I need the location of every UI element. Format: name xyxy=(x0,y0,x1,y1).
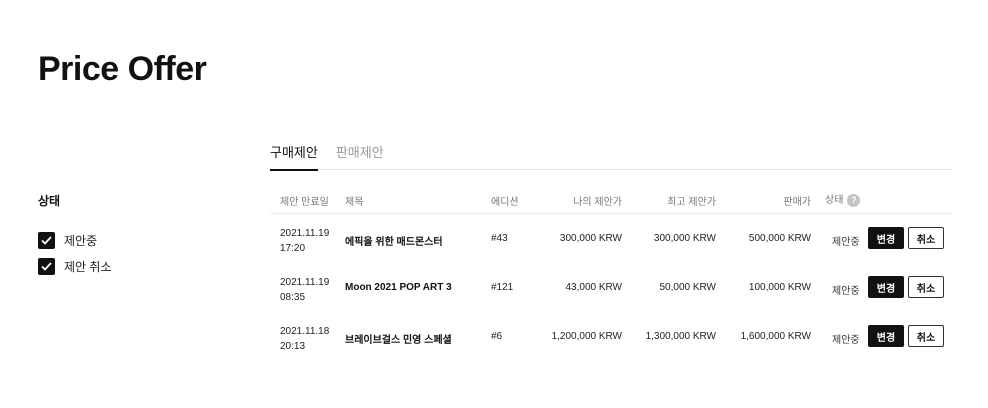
page-title: Price Offer xyxy=(38,50,207,88)
help-icon[interactable]: ? xyxy=(847,193,861,207)
header-my-offer: 나의 제안가 xyxy=(573,197,622,208)
edition-cell: #121 xyxy=(491,282,514,293)
header-expiry: 제안 만료일 xyxy=(280,197,329,208)
tab-sale-offer[interactable]: 판매제안 xyxy=(336,140,384,170)
status-cell: 제안중 xyxy=(832,286,860,297)
header-title: 제목 xyxy=(345,197,364,208)
offer-table: 제안 만료일 제목 에디션 나의 제안가 최고 제안가 판매가 상태? 2021… xyxy=(270,186,952,361)
sell-price-cell: 100,000 KRW xyxy=(748,282,811,293)
expiry-cell: 2021.11.19 08:35 xyxy=(280,275,329,305)
filter-option-label: 제안 취소 xyxy=(64,259,112,274)
table-row: 2021.11.19 17:20 에픽을 위한 매드몬스터 #43 300,00… xyxy=(270,214,952,263)
status-cell: 제안중 xyxy=(832,237,860,248)
table-row: 2021.11.18 20:13 브레이브걸스 민영 스페셜 #6 1,200,… xyxy=(270,312,952,361)
edition-cell: #6 xyxy=(491,331,503,342)
expiry-time: 17:20 xyxy=(280,243,306,254)
filter-option-proposing[interactable]: 제안중 xyxy=(38,231,112,249)
change-button[interactable]: 변경 xyxy=(868,227,904,249)
change-button[interactable]: 변경 xyxy=(868,276,904,298)
status-filter: 상태 제안중 제안 취소 xyxy=(38,192,112,283)
my-offer-cell: 43,000 KRW xyxy=(565,282,622,293)
checkbox-checked-icon[interactable] xyxy=(38,231,55,249)
expiry-time: 08:35 xyxy=(280,292,306,303)
table-header: 제안 만료일 제목 에디션 나의 제안가 최고 제안가 판매가 상태? xyxy=(270,186,952,214)
offer-tabs: 구매제안 판매제안 xyxy=(270,140,952,171)
change-button[interactable]: 변경 xyxy=(868,325,904,347)
sell-price-cell: 500,000 KRW xyxy=(748,233,811,244)
checkbox-checked-icon[interactable] xyxy=(38,257,55,275)
header-top-offer: 최고 제안가 xyxy=(667,197,716,208)
my-offer-cell: 1,200,000 KRW xyxy=(551,331,622,342)
expiry-time: 20:13 xyxy=(280,341,306,352)
expiry-date: 2021.11.19 xyxy=(280,277,330,288)
filter-option-cancelled[interactable]: 제안 취소 xyxy=(38,257,112,275)
expiry-cell: 2021.11.18 20:13 xyxy=(280,324,329,354)
cancel-button[interactable]: 취소 xyxy=(908,227,944,249)
header-sell-price: 판매가 xyxy=(783,197,811,208)
title-cell[interactable]: 에픽을 위한 매드몬스터 xyxy=(345,233,443,248)
top-offer-cell: 300,000 KRW xyxy=(653,233,716,244)
header-edition: 에디션 xyxy=(491,197,519,208)
tab-purchase-offer[interactable]: 구매제안 xyxy=(270,140,318,171)
expiry-cell: 2021.11.19 17:20 xyxy=(280,226,329,256)
header-status: 상태? xyxy=(825,191,861,207)
sell-price-cell: 1,600,000 KRW xyxy=(740,331,811,342)
status-cell: 제안중 xyxy=(832,335,860,346)
cancel-button[interactable]: 취소 xyxy=(908,325,944,347)
table-row: 2021.11.19 08:35 Moon 2021 POP ART 3 #12… xyxy=(270,263,952,312)
title-cell[interactable]: Moon 2021 POP ART 3 xyxy=(345,282,452,293)
header-status-label: 상태 xyxy=(825,195,844,206)
my-offer-cell: 300,000 KRW xyxy=(559,233,622,244)
edition-cell: #43 xyxy=(491,233,508,244)
expiry-date: 2021.11.19 xyxy=(280,228,330,239)
expiry-date: 2021.11.18 xyxy=(280,326,330,337)
title-cell[interactable]: 브레이브걸스 민영 스페셜 xyxy=(345,331,452,346)
top-offer-cell: 1,300,000 KRW xyxy=(645,331,716,342)
filter-option-label: 제안중 xyxy=(64,233,98,248)
cancel-button[interactable]: 취소 xyxy=(908,276,944,298)
filter-title: 상태 xyxy=(38,194,61,208)
top-offer-cell: 50,000 KRW xyxy=(659,282,716,293)
